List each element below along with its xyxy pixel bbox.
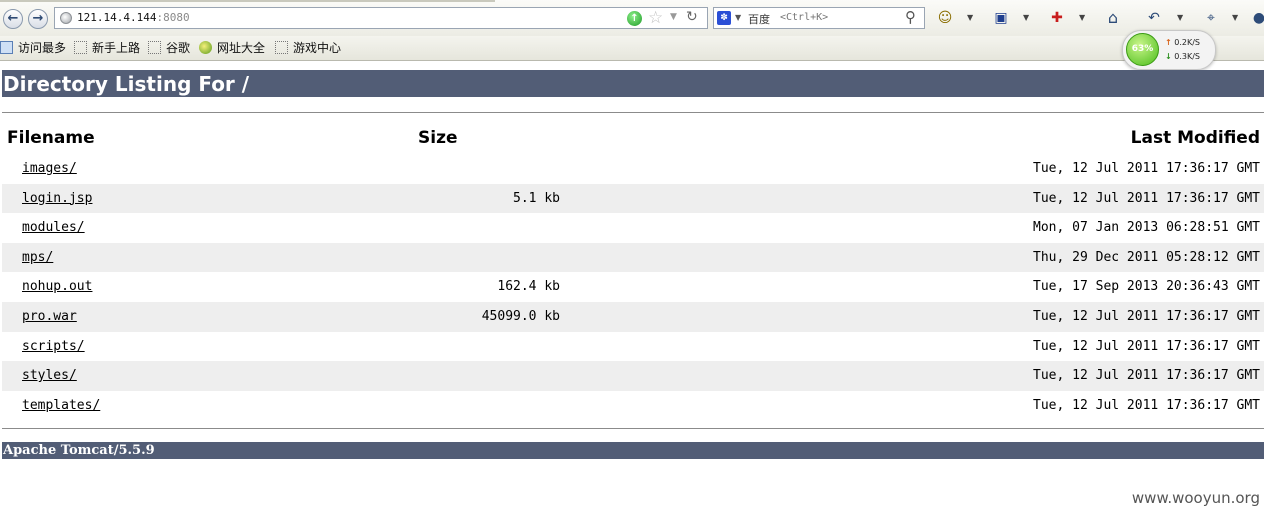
file-modified: Tue, 12 Jul 2011 17:36:17 GMT <box>1033 397 1260 413</box>
bookmark-label: 访问最多 <box>18 41 67 55</box>
bookmark-getting-started[interactable]: 新手上路 <box>74 40 140 56</box>
divider <box>2 112 1264 113</box>
bookmark-most-visited[interactable]: 访问最多 <box>0 40 66 56</box>
bookmark-label: 新手上路 <box>92 41 141 55</box>
home-icon[interactable]: ⌂ <box>1104 9 1122 27</box>
file-link[interactable]: login.jsp <box>22 190 92 207</box>
network-speed-widget[interactable]: 63% ↑ 0.2K/S ↓ 0.3K/S <box>1122 30 1216 70</box>
file-modified: Tue, 12 Jul 2011 17:36:17 GMT <box>1033 338 1260 354</box>
file-modified: Tue, 17 Sep 2013 20:36:43 GMT <box>1033 279 1260 295</box>
table-row: mps/ Thu, 29 Dec 2011 05:28:12 GMT <box>2 242 1264 273</box>
bookmark-label: 谷歌 <box>166 41 191 55</box>
go-arrow-icon[interactable]: ↑ <box>627 11 642 26</box>
page-icon <box>275 41 288 54</box>
forward-button[interactable]: → <box>28 9 48 29</box>
bookmarks-bar: 访问最多 新手上路 谷歌 网址大全 游戏中心 <box>0 36 1264 61</box>
addon-dropdown-icon[interactable]: ▼ <box>1079 13 1085 22</box>
server-signature: Apache Tomcat/5.5.9 <box>3 443 155 458</box>
search-box[interactable]: ✽ ▼ 百度 <Ctrl+K> ⚲ <box>713 7 925 29</box>
table-row: scripts/ Tue, 12 Jul 2011 17:36:17 GMT <box>2 332 1264 362</box>
speed-percent-ball[interactable]: 63% <box>1126 33 1159 66</box>
file-link[interactable]: styles/ <box>22 367 77 384</box>
file-size: 5.1 kb <box>513 190 560 206</box>
file-link[interactable]: images/ <box>22 160 77 177</box>
file-link[interactable]: nohup.out <box>22 278 92 295</box>
download-value: 0.3K/S <box>1174 52 1200 61</box>
table-row: images/ Tue, 12 Jul 2011 17:36:17 GMT <box>2 154 1264 184</box>
file-link[interactable]: templates/ <box>22 397 100 414</box>
search-engine-label: 百度 <box>748 13 770 26</box>
address-dropdown-icon[interactable]: ▼ <box>670 12 677 22</box>
search-placeholder: <Ctrl+K> <box>780 12 829 23</box>
divider <box>2 428 1264 429</box>
file-modified: Tue, 12 Jul 2011 17:36:17 GMT <box>1033 309 1260 324</box>
file-size: 162.4 kb <box>497 279 560 295</box>
screenshot-crop-icon[interactable]: ⌖ <box>1202 9 1220 27</box>
page-title-bar: Directory Listing For / <box>2 70 1264 97</box>
table-row: nohup.out 162.4 kb Tue, 17 Sep 2013 20:3… <box>2 272 1264 302</box>
refresh-icon[interactable]: ↻ <box>686 9 698 25</box>
watermark: www.wooyun.org <box>1131 489 1260 507</box>
tab-strip-edge <box>0 0 495 2</box>
baidu-paw-icon[interactable]: ✽ <box>717 11 731 25</box>
addon-red-cross-icon[interactable]: ✚ <box>1048 9 1066 27</box>
url-host: 121.14.4.144 <box>77 11 157 24</box>
column-header-filename: Filename <box>7 128 95 148</box>
site-globe-icon <box>60 12 72 24</box>
bookmark-url-directory[interactable]: 网址大全 <box>199 40 265 56</box>
file-link[interactable]: scripts/ <box>22 338 85 355</box>
bookmark-game-center[interactable]: 游戏中心 <box>275 40 341 56</box>
url-port: :8080 <box>156 11 190 24</box>
column-header-size: Size <box>418 128 458 148</box>
smiley-dropdown-icon[interactable]: ▼ <box>967 13 973 22</box>
down-arrow-icon: ↓ <box>1165 52 1172 61</box>
table-row: modules/ Mon, 07 Jan 2013 06:28:51 GMT <box>2 213 1264 243</box>
upload-speed: ↑ 0.2K/S <box>1165 38 1200 47</box>
browser-toolbar: ← → 121.14.4.144:8080 ↑ ☆ ▼ ↻ ✽ ▼ 百度 <Ct… <box>0 0 1264 36</box>
download-speed: ↓ 0.3K/S <box>1165 52 1200 61</box>
file-link[interactable]: modules/ <box>22 219 85 236</box>
save-disk-icon[interactable]: ▣ <box>992 9 1010 27</box>
file-size: 45099.0 kb <box>481 309 560 324</box>
bookmark-star-icon[interactable]: ☆ <box>648 8 663 28</box>
page-title: Directory Listing For / <box>3 72 250 96</box>
bookmark-label: 游戏中心 <box>293 41 342 55</box>
file-modified: Tue, 12 Jul 2011 17:36:17 GMT <box>1033 190 1260 206</box>
column-header-last-modified: Last Modified <box>1130 128 1260 148</box>
back-button[interactable]: ← <box>3 9 23 29</box>
page-icon <box>148 41 161 54</box>
search-magnifier-icon[interactable]: ⚲ <box>905 8 916 26</box>
upload-value: 0.2K/S <box>1174 38 1200 47</box>
up-arrow-icon: ↑ <box>1165 38 1172 47</box>
file-modified: Thu, 29 Dec 2011 05:28:12 GMT <box>1033 249 1260 265</box>
file-modified: Tue, 12 Jul 2011 17:36:17 GMT <box>1033 161 1260 176</box>
file-link[interactable]: pro.war <box>22 308 77 325</box>
file-link[interactable]: mps/ <box>22 249 53 266</box>
file-modified: Tue, 12 Jul 2011 17:36:17 GMT <box>1033 368 1260 384</box>
url-text[interactable]: 121.14.4.144:8080 <box>77 11 190 24</box>
page-icon <box>74 41 87 54</box>
globe-icon <box>199 41 212 54</box>
address-bar[interactable]: 121.14.4.144:8080 ↑ ☆ ▼ ↻ <box>54 7 708 29</box>
table-row: pro.war 45099.0 kb Tue, 12 Jul 2011 17:3… <box>2 302 1264 332</box>
bookmark-label: 网址大全 <box>217 41 266 55</box>
undo-closed-tab-icon[interactable]: ↶ <box>1145 9 1163 27</box>
undo-dropdown-icon[interactable]: ▼ <box>1177 13 1183 22</box>
table-row: styles/ Tue, 12 Jul 2011 17:36:17 GMT <box>2 361 1264 391</box>
table-row: login.jsp 5.1 kb Tue, 12 Jul 2011 17:36:… <box>2 183 1264 214</box>
smiley-icon[interactable]: ☺ <box>936 9 954 27</box>
footer-bar: Apache Tomcat/5.5.9 <box>2 442 1264 459</box>
save-dropdown-icon[interactable]: ▼ <box>1023 13 1029 22</box>
search-engine-dropdown-icon[interactable]: ▼ <box>735 13 741 22</box>
chat-bubble-icon[interactable]: ● <box>1250 9 1264 27</box>
file-modified: Mon, 07 Jan 2013 06:28:51 GMT <box>1033 220 1260 236</box>
table-row: templates/ Tue, 12 Jul 2011 17:36:17 GMT <box>2 391 1264 421</box>
bookmark-google[interactable]: 谷歌 <box>148 40 190 56</box>
folder-icon <box>0 41 13 54</box>
crop-dropdown-icon[interactable]: ▼ <box>1232 13 1238 22</box>
